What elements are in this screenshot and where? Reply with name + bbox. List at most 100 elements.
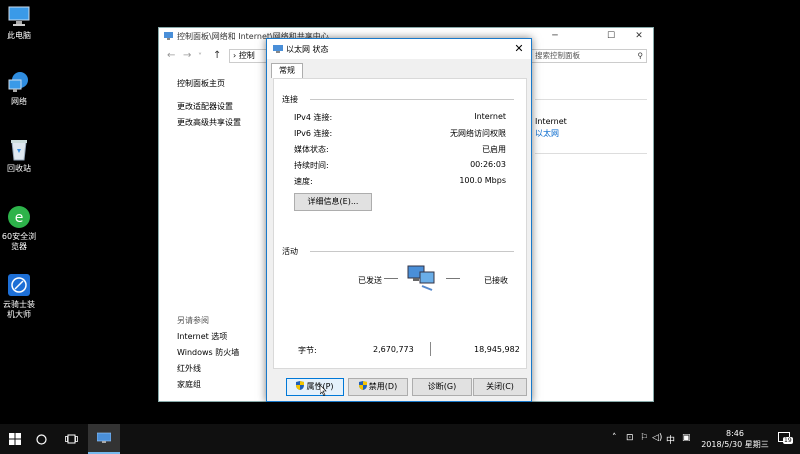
desktop-icon-yunqishi[interactable]: 云骑士装机大师 — [0, 273, 38, 320]
see-also-internet-options[interactable]: Internet 选项 — [177, 331, 277, 342]
row-value: Internet — [474, 112, 506, 121]
activity-divider — [430, 342, 431, 356]
sidebar-item-adapter-settings[interactable]: 更改适配器设置 — [177, 101, 277, 112]
connection-group-title: 连接 — [282, 95, 298, 104]
diagnose-button[interactable]: 诊断(G) — [412, 378, 472, 396]
search-input[interactable]: 搜索控制面板 ⚲ — [531, 49, 647, 63]
desktop-icon-label: 回收站 — [7, 164, 31, 173]
taskbar-network-center[interactable] — [88, 424, 120, 454]
group-divider — [310, 99, 514, 100]
recycle-bin-icon — [7, 137, 31, 161]
clock-date: 2018/5/30 星期三 — [701, 440, 769, 449]
forward-arrow-icon[interactable]: → — [183, 50, 191, 61]
desktop-icon-recycle-bin[interactable]: 回收站 — [0, 137, 38, 174]
address-arrow-icon: › — [233, 51, 237, 60]
disable-label: 禁用(D) — [368, 382, 398, 391]
search-icon: ⚲ — [637, 51, 644, 60]
back-arrow-icon[interactable]: ← — [167, 50, 175, 61]
up-arrow-icon[interactable]: ↑ — [213, 50, 221, 61]
info-row: IPv4 连接: Internet — [294, 112, 506, 122]
properties-button[interactable]: 属性(P) — [286, 378, 344, 396]
desktop-icon-label: 60安全浏览器 — [1, 232, 37, 251]
tray-volume-icon[interactable]: ◁) — [652, 433, 662, 443]
notification-count-badge: 19 — [783, 437, 793, 444]
connection-info: Internet 以太网 — [535, 117, 567, 139]
row-label: 媒体状态: — [294, 145, 329, 154]
ethernet-connection-link[interactable]: 以太网 — [535, 128, 567, 139]
info-row: 速度: 100.0 Mbps — [294, 176, 506, 186]
desktop-icon-label: 网络 — [11, 97, 27, 106]
info-row: IPv6 连接: 无网络访问权限 — [294, 128, 506, 138]
divider — [535, 153, 647, 154]
desktop-icon-label: 此电脑 — [7, 31, 31, 40]
network-adapter-icon — [273, 44, 283, 54]
details-button[interactable]: 详细信息(E)... — [294, 193, 372, 211]
tray-up-chevron-icon[interactable]: ˄ — [612, 433, 617, 443]
group-divider — [310, 251, 514, 252]
row-value: 无网络访问权限 — [450, 129, 506, 138]
history-chevron-icon[interactable]: ˅ — [198, 52, 202, 61]
disable-button[interactable]: 禁用(D) — [348, 378, 408, 396]
dialog-body: 连接 IPv4 连接: Internet IPv6 连接: 无网络访问权限 媒体… — [273, 78, 527, 397]
see-also-infrared[interactable]: 红外线 — [177, 363, 277, 374]
dialog-close-button[interactable]: ✕ — [511, 41, 527, 57]
desktop-icon-360-browser[interactable]: e 60安全浏览器 — [0, 205, 38, 252]
uac-shield-icon — [358, 380, 367, 390]
row-label: 速度: — [294, 177, 313, 186]
sent-line — [384, 278, 398, 279]
tray-app-icon[interactable]: ▣ — [682, 433, 691, 443]
divider — [535, 99, 647, 100]
network-center-icon — [96, 432, 112, 443]
desktop-icon-label: 云骑士装机大师 — [3, 300, 35, 319]
yunqishi-app-icon — [7, 273, 31, 297]
tray-network-icon[interactable]: ⊡ — [626, 433, 634, 443]
maximize-button[interactable]: ☐ — [597, 28, 625, 44]
search-circle-icon — [35, 434, 47, 445]
browser-e-icon: e — [7, 205, 31, 229]
network-center-icon — [164, 31, 173, 40]
network-activity-icon — [406, 264, 436, 292]
access-type-value: Internet — [535, 117, 567, 126]
address-text: 控制 — [238, 51, 255, 60]
svg-text:e: e — [15, 210, 24, 226]
desktop-icon-network[interactable]: 网络 — [0, 70, 38, 107]
search-button[interactable] — [26, 424, 56, 454]
bytes-sent-value: 2,670,773 — [373, 345, 414, 354]
taskbar: ˄ ⊡ ⚐ ◁) 中 ▣ 8:46 2018/5/30 星期三 19 — [0, 424, 800, 454]
received-label: 已接收 — [484, 276, 508, 285]
info-row: 持续时间: 00:26:03 — [294, 160, 506, 170]
clock[interactable]: 8:46 2018/5/30 星期三 — [700, 428, 770, 450]
bytes-received-value: 18,945,982 — [474, 345, 520, 354]
uac-shield-icon — [296, 380, 305, 390]
see-also-heading: 另请参阅 — [177, 316, 209, 325]
action-center-button[interactable]: 19 — [778, 432, 793, 445]
activity-group-title: 活动 — [282, 247, 298, 256]
dialog-title: 以太网 状态 — [286, 45, 329, 54]
see-also-section: 另请参阅 Internet 选项 Windows 防火墙 红外线 家庭组 — [177, 315, 277, 395]
computer-icon — [7, 4, 31, 28]
sent-label: 已发送 — [358, 276, 382, 285]
info-row: 媒体状态: 已启用 — [294, 144, 506, 154]
search-placeholder: 搜索控制面板 — [535, 51, 580, 60]
close-button[interactable]: ✕ — [625, 28, 653, 44]
sidebar-item-home[interactable]: 控制面板主页 — [177, 78, 277, 89]
ethernet-status-dialog[interactable]: 以太网 状态 ✕ 常规 连接 IPv4 连接: Internet IPv6 连接… — [266, 38, 532, 402]
network-globe-icon — [7, 70, 31, 94]
close-dialog-button[interactable]: 关闭(C) — [473, 378, 527, 396]
dialog-tabs: 常规 — [271, 63, 303, 78]
row-value: 00:26:03 — [470, 160, 506, 169]
tray-flag-icon[interactable]: ⚐ — [640, 433, 648, 443]
row-label: 持续时间: — [294, 161, 329, 170]
sidebar-item-sharing-settings[interactable]: 更改高级共享设置 — [177, 117, 277, 128]
tab-general[interactable]: 常规 — [271, 63, 303, 78]
minimize-button[interactable]: ─ — [541, 28, 569, 44]
mouse-cursor-icon — [319, 384, 328, 399]
windows-logo-icon — [9, 433, 21, 445]
desktop-icon-this-pc[interactable]: 此电脑 — [0, 4, 38, 41]
see-also-firewall[interactable]: Windows 防火墙 — [177, 347, 277, 358]
dialog-titlebar[interactable]: 以太网 状态 ✕ — [267, 39, 531, 59]
see-also-homegroup[interactable]: 家庭组 — [177, 379, 277, 390]
task-view-button[interactable] — [56, 424, 86, 454]
ime-indicator[interactable]: 中 — [666, 433, 675, 446]
bytes-label: 字节: — [298, 346, 317, 355]
